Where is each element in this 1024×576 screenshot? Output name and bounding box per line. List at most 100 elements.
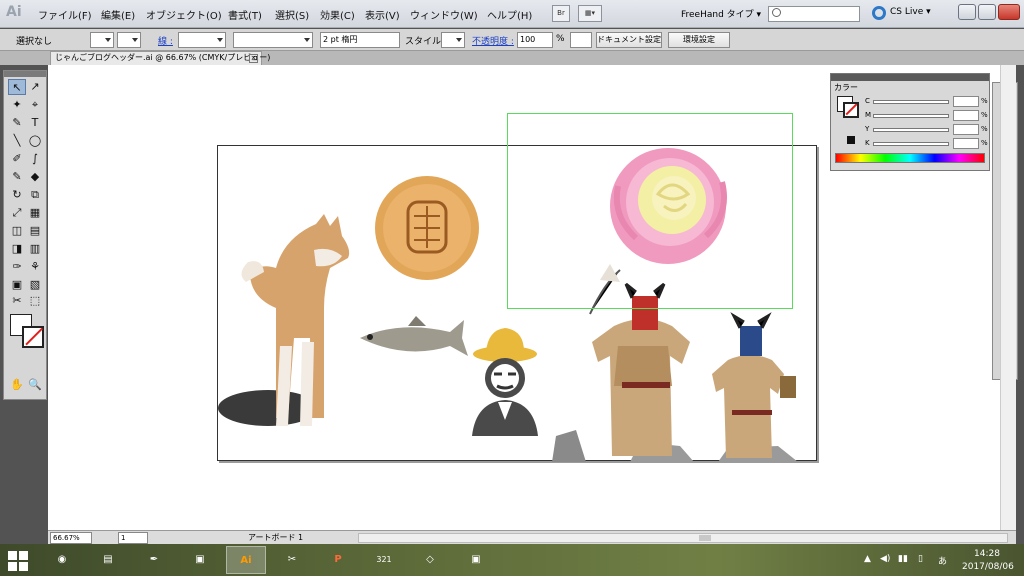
artboard-number-input[interactable]: 1 bbox=[118, 532, 148, 544]
slice-tool-icon[interactable]: ✂ bbox=[8, 293, 26, 309]
minimize-button[interactable] bbox=[958, 4, 976, 20]
horizontal-scrollbar[interactable] bbox=[358, 533, 1008, 543]
hand-tool-icon[interactable]: ✋ bbox=[8, 377, 26, 393]
black-value-input[interactable] bbox=[953, 138, 979, 149]
paintbrush-tool-icon[interactable]: ✐ bbox=[8, 151, 26, 167]
taskbar-browser-icon[interactable]: ▣ bbox=[456, 546, 496, 574]
opacity-input[interactable]: 100 bbox=[517, 32, 553, 48]
menu-object[interactable]: オブジェクト(O) bbox=[146, 7, 222, 22]
farmer-man-icon[interactable] bbox=[472, 328, 538, 436]
graph-tool-icon[interactable]: ▣ bbox=[8, 277, 26, 293]
artboard-tool-icon[interactable]: ⬚ bbox=[26, 293, 44, 309]
menu-help[interactable]: ヘルプ(H) bbox=[487, 7, 532, 22]
menu-select[interactable]: 選択(S) bbox=[275, 7, 309, 22]
column-graph-tool-icon[interactable]: ▧ bbox=[26, 277, 44, 293]
clock-time[interactable]: 14:28 bbox=[974, 549, 1000, 559]
black-slider-row[interactable]: K % bbox=[865, 138, 989, 150]
menu-edit[interactable]: 編集(E) bbox=[101, 7, 135, 22]
panel-stroke-swatch[interactable] bbox=[843, 102, 859, 118]
stroke-weight-input[interactable] bbox=[178, 32, 226, 48]
document-tab[interactable]: じゃんごブログヘッダー.ai @ 66.67% (CMYK/プレビュー) × bbox=[50, 51, 270, 65]
variable-width-dropdown[interactable] bbox=[233, 32, 313, 48]
menu-window[interactable]: ウィンドウ(W) bbox=[410, 7, 478, 22]
selection-bounding-box[interactable] bbox=[507, 113, 793, 309]
taskbar-remote-icon[interactable]: ▣ bbox=[180, 546, 220, 574]
selection-tool-icon[interactable]: ↖ bbox=[8, 79, 26, 95]
cyan-value-input[interactable] bbox=[953, 96, 979, 107]
color-panel-tab[interactable]: カラー bbox=[834, 82, 858, 93]
workspace-switcher[interactable]: FreeHand タイプ ▾ bbox=[681, 7, 761, 20]
namahage-blue-image[interactable] bbox=[712, 312, 796, 458]
maximize-button[interactable] bbox=[978, 4, 996, 20]
ime-indicator[interactable]: あ bbox=[938, 554, 947, 567]
opacity-link[interactable]: 不透明度 : bbox=[472, 34, 514, 47]
manju-sweet-image[interactable] bbox=[375, 176, 479, 280]
zoom-tool-icon[interactable]: 🔍 bbox=[26, 377, 44, 393]
close-icon[interactable]: × bbox=[249, 54, 258, 63]
vertical-scrollbar[interactable] bbox=[1000, 65, 1016, 530]
tray-overflow-icon[interactable]: ▲ bbox=[864, 554, 871, 564]
direct-selection-tool-icon[interactable]: ↗ bbox=[26, 79, 44, 95]
network-icon[interactable]: ▮▮ bbox=[898, 554, 908, 564]
stroke-swatch[interactable] bbox=[22, 326, 44, 348]
zoom-level-input[interactable]: 66.67% bbox=[50, 532, 92, 544]
eraser-tool-icon[interactable]: ◆ bbox=[26, 169, 44, 185]
menu-type[interactable]: 書式(T) bbox=[228, 7, 262, 22]
taskbar-powerpoint-icon[interactable]: P bbox=[318, 546, 358, 574]
fish-image[interactable] bbox=[360, 316, 468, 356]
taskbar-scissors-icon[interactable]: ✂ bbox=[272, 546, 312, 574]
cyan-slider[interactable] bbox=[873, 100, 949, 104]
menu-file[interactable]: ファイル(F) bbox=[38, 7, 92, 22]
magenta-value-input[interactable] bbox=[953, 110, 979, 121]
free-transform-tool-icon[interactable]: ▦ bbox=[26, 205, 44, 221]
width-tool-icon[interactable]: ⤢ bbox=[8, 205, 26, 221]
taskbar-illustrator-icon[interactable]: Ai bbox=[226, 546, 266, 574]
menu-effect[interactable]: 効果(C) bbox=[320, 7, 355, 22]
taskbar-explorer-icon[interactable]: ▤ bbox=[88, 546, 128, 574]
preferences-button[interactable]: 環境設定 bbox=[668, 32, 730, 48]
ellipse-tool-icon[interactable]: ◯ bbox=[26, 133, 44, 149]
taskbar-app-icon[interactable]: ◇ bbox=[410, 546, 450, 574]
graphic-style-dropdown[interactable] bbox=[441, 32, 465, 48]
scroll-thumb[interactable] bbox=[699, 535, 711, 541]
search-input[interactable] bbox=[768, 6, 860, 22]
rotate-tool-icon[interactable]: ↻ bbox=[8, 187, 26, 203]
battery-icon[interactable]: ▯ bbox=[918, 554, 923, 564]
cslive-icon[interactable] bbox=[872, 6, 886, 20]
cslive-menu[interactable]: CS Live ▾ bbox=[890, 7, 931, 17]
stroke-color-dropdown[interactable] bbox=[117, 32, 141, 48]
gradient-tool-icon[interactable]: ▥ bbox=[26, 241, 44, 257]
blob-brush-tool-icon[interactable]: ✎ bbox=[8, 169, 26, 185]
magenta-slider-row[interactable]: M % bbox=[865, 110, 989, 122]
lasso-tool-icon[interactable]: ⌖ bbox=[26, 97, 44, 113]
taskbar-chrome-icon[interactable]: ◉ bbox=[42, 546, 82, 574]
symbol-sprayer-tool-icon[interactable]: ⚘ bbox=[26, 259, 44, 275]
pencil-tool-icon[interactable]: ∫ bbox=[26, 151, 44, 167]
color-spectrum[interactable] bbox=[835, 153, 985, 163]
document-setup-button[interactable]: ドキュメント設定 bbox=[596, 32, 662, 48]
clock-date[interactable]: 2017/08/06 bbox=[962, 562, 1014, 572]
cyan-slider-row[interactable]: C % bbox=[865, 96, 989, 108]
close-button[interactable] bbox=[998, 4, 1020, 20]
eyedropper-tool-icon[interactable]: ✑ bbox=[8, 259, 26, 275]
yellow-slider-row[interactable]: Y % bbox=[865, 124, 989, 136]
stroke-link[interactable]: 線 : bbox=[158, 34, 173, 47]
color-panel-header[interactable] bbox=[831, 74, 989, 81]
line-tool-icon[interactable]: ╲ bbox=[8, 133, 26, 149]
perspective-grid-tool-icon[interactable]: ▤ bbox=[26, 223, 44, 239]
recolor-button[interactable] bbox=[570, 32, 592, 48]
type-tool-icon[interactable]: T bbox=[26, 115, 44, 131]
magic-wand-tool-icon[interactable]: ✦ bbox=[8, 97, 26, 113]
tools-panel-header[interactable] bbox=[4, 71, 46, 77]
magenta-slider[interactable] bbox=[873, 114, 949, 118]
taskbar-pen-app-icon[interactable]: ✒ bbox=[134, 546, 174, 574]
rose-cake-image[interactable] bbox=[508, 114, 794, 310]
taskbar-media-player-icon[interactable]: 321 bbox=[364, 546, 404, 574]
bridge-button[interactable]: Br bbox=[552, 5, 570, 22]
fill-color-dropdown[interactable] bbox=[90, 32, 114, 48]
shape-builder-tool-icon[interactable]: ◫ bbox=[8, 223, 26, 239]
brush-definition-dropdown[interactable]: 2 pt 楕円 bbox=[320, 32, 400, 48]
black-slider[interactable] bbox=[873, 142, 949, 146]
start-button[interactable] bbox=[8, 551, 28, 571]
menu-view[interactable]: 表示(V) bbox=[365, 7, 400, 22]
